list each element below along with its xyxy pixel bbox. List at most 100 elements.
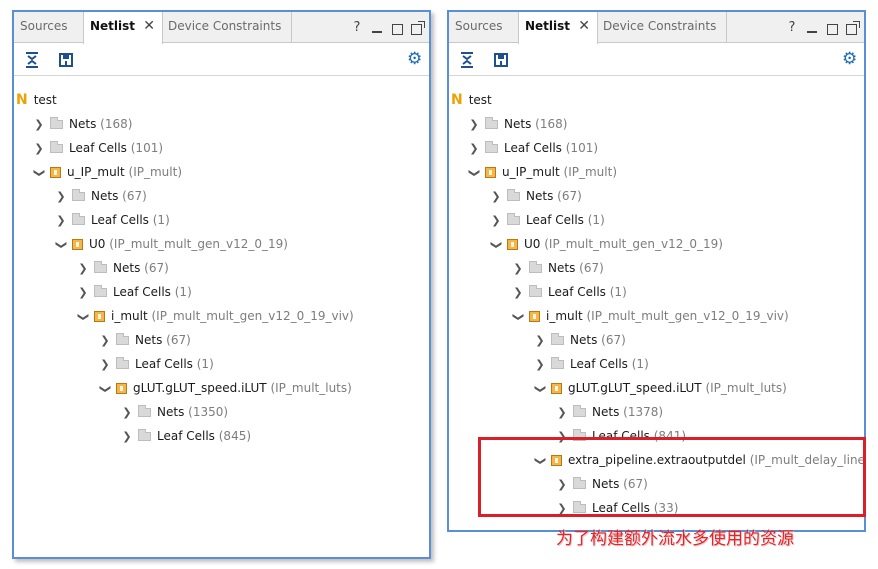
chevron-right-icon[interactable]: ❯: [98, 353, 112, 377]
cell-instance-icon: [529, 311, 540, 322]
chevron-right-icon[interactable]: ❯: [120, 425, 134, 449]
tree-row-detail: (1378): [619, 405, 664, 419]
chevron-down-icon[interactable]: ❯: [506, 310, 530, 324]
chevron-right-icon[interactable]: ❯: [54, 185, 68, 209]
tree-row[interactable]: ❯ i_mult (IP_mult_mult_gen_v12_0_19_viv): [76, 304, 354, 328]
chevron-right-icon[interactable]: ❯: [533, 329, 547, 353]
chevron-right-icon[interactable]: ❯: [467, 113, 481, 137]
tree-row[interactable]: ❯ Nets (67): [489, 184, 582, 208]
tree-row[interactable]: ❯ Leaf Cells (1): [511, 280, 627, 304]
tree-row[interactable]: ❯ Nets (67): [511, 256, 604, 280]
tree-row[interactable]: ❯ Nets (168): [467, 112, 567, 136]
minimize-icon[interactable]: [807, 23, 817, 33]
chevron-down-icon[interactable]: ❯: [49, 238, 73, 252]
close-icon[interactable]: ✕: [578, 12, 590, 40]
tree-row[interactable]: ❯ i_mult (IP_mult_mult_gen_v12_0_19_viv): [511, 304, 789, 328]
tree-row[interactable]: Ntest: [16, 88, 57, 112]
cell-instance-icon: [485, 167, 496, 178]
tree-row[interactable]: ❯ Nets (1350): [120, 400, 228, 424]
chevron-right-icon[interactable]: ❯: [489, 185, 503, 209]
tree-row[interactable]: ❯ Leaf Cells (101): [467, 136, 598, 160]
chevron-down-icon[interactable]: ❯: [484, 238, 508, 252]
tree-row[interactable]: ❯ Nets (168): [32, 112, 132, 136]
chevron-down-icon[interactable]: ❯: [93, 382, 117, 396]
tree-row[interactable]: ❯ Leaf Cells (101): [32, 136, 163, 160]
tab-label: Netlist: [525, 19, 571, 33]
maximize-icon[interactable]: [392, 24, 403, 35]
chevron-right-icon[interactable]: ❯: [511, 257, 525, 281]
chevron-down-icon[interactable]: ❯: [71, 310, 95, 324]
chevron-down-icon[interactable]: ❯: [462, 166, 486, 180]
gear-icon[interactable]: ⚙: [842, 50, 857, 68]
float-icon[interactable]: [411, 21, 425, 35]
tree-row-detail: (IP_mult): [124, 165, 183, 179]
folder-icon: [72, 213, 85, 225]
tree-row[interactable]: ❯ Nets (67): [76, 256, 169, 280]
tree-row[interactable]: ❯ gLUT.gLUT_speed.iLUT (IP_mult_luts): [98, 376, 352, 400]
collapse-all-icon[interactable]: [24, 52, 40, 68]
chevron-down-icon[interactable]: ❯: [528, 382, 552, 396]
tree-row[interactable]: ❯ u_IP_mult (IP_mult): [32, 160, 182, 184]
tab-netlist[interactable]: Netlist ✕: [518, 12, 598, 44]
tree-row[interactable]: ❯ u_IP_mult (IP_mult): [467, 160, 617, 184]
tree-row-label: gLUT.gLUT_speed.iLUT: [133, 381, 267, 395]
expand-all-icon[interactable]: [58, 52, 74, 68]
netlist-tree: Ntest ❯ Nets (168) ❯ Leaf Cells (101) ❯ u_IP_m…: [14, 78, 429, 557]
tree-row[interactable]: ❯ U0 (IP_mult_mult_gen_v12_0_19): [489, 232, 723, 256]
help-icon[interactable]: ?: [350, 20, 364, 36]
tree-row-label: Nets: [570, 333, 598, 347]
tree-row-label: U0: [89, 237, 106, 251]
chevron-right-icon[interactable]: ❯: [489, 209, 503, 233]
tree-row[interactable]: ❯ U0 (IP_mult_mult_gen_v12_0_19): [54, 232, 288, 256]
chevron-down-icon[interactable]: ❯: [27, 166, 51, 180]
chevron-right-icon[interactable]: ❯: [76, 257, 90, 281]
netlist-root-icon: N: [16, 92, 28, 108]
chevron-right-icon[interactable]: ❯: [98, 329, 112, 353]
tree-row[interactable]: ❯ Leaf Cells (1): [489, 208, 605, 232]
chevron-right-icon[interactable]: ❯: [467, 137, 481, 161]
tree-row-label: u_IP_mult: [502, 165, 560, 179]
tree-row-label: gLUT.gLUT_speed.iLUT: [568, 381, 702, 395]
tree-row-label: Nets: [157, 405, 185, 419]
tree-row[interactable]: Ntest: [451, 88, 492, 112]
tree-row[interactable]: ❯ Leaf Cells (1): [76, 280, 192, 304]
tab-device-constraints[interactable]: Device Constraints: [597, 12, 727, 43]
tree-row[interactable]: ❯ Nets (67): [533, 328, 626, 352]
chevron-right-icon[interactable]: ❯: [511, 281, 525, 305]
tree-row-detail: (67): [597, 333, 626, 347]
chevron-right-icon[interactable]: ❯: [76, 281, 90, 305]
tree-row[interactable]: ❯ Leaf Cells (845): [120, 424, 251, 448]
toolbar: ⚙: [449, 44, 864, 76]
collapse-all-icon[interactable]: [459, 52, 475, 68]
help-icon[interactable]: ?: [785, 20, 799, 36]
expand-all-icon[interactable]: [493, 52, 509, 68]
tree-row[interactable]: ❯ Leaf Cells (1): [54, 208, 170, 232]
chevron-right-icon[interactable]: ❯: [533, 353, 547, 377]
tree-row-detail: (1): [605, 285, 627, 299]
tree-row[interactable]: ❯ Nets (1378): [555, 400, 663, 424]
float-icon[interactable]: [846, 21, 860, 35]
chevron-right-icon[interactable]: ❯: [54, 209, 68, 233]
folder-icon: [573, 405, 586, 417]
minimize-icon[interactable]: [372, 23, 382, 33]
maximize-icon[interactable]: [827, 24, 838, 35]
tree-row[interactable]: ❯ Nets (67): [98, 328, 191, 352]
tree-row[interactable]: ❯ gLUT.gLUT_speed.iLUT (IP_mult_luts): [533, 376, 787, 400]
chevron-right-icon[interactable]: ❯: [555, 401, 569, 425]
tree-row[interactable]: ❯ Leaf Cells (1): [98, 352, 214, 376]
tab-sources[interactable]: Sources: [449, 12, 519, 43]
tab-device-constraints[interactable]: Device Constraints: [162, 12, 292, 43]
chevron-right-icon[interactable]: ❯: [32, 113, 46, 137]
tree-row[interactable]: ❯ Leaf Cells (1): [533, 352, 649, 376]
tab-netlist[interactable]: Netlist ✕: [83, 12, 163, 44]
close-icon[interactable]: ✕: [143, 12, 155, 40]
tree-row-detail: (67): [162, 333, 191, 347]
tree-row[interactable]: ❯ Nets (67): [54, 184, 147, 208]
annotation-text: 为了构建额外流水多使用的资源: [556, 529, 794, 549]
chevron-right-icon[interactable]: ❯: [32, 137, 46, 161]
gear-icon[interactable]: ⚙: [407, 50, 422, 68]
tree-row-label: Leaf Cells: [135, 357, 193, 371]
chevron-right-icon[interactable]: ❯: [120, 401, 134, 425]
tab-sources[interactable]: Sources: [14, 12, 84, 43]
folder-icon: [138, 429, 151, 441]
